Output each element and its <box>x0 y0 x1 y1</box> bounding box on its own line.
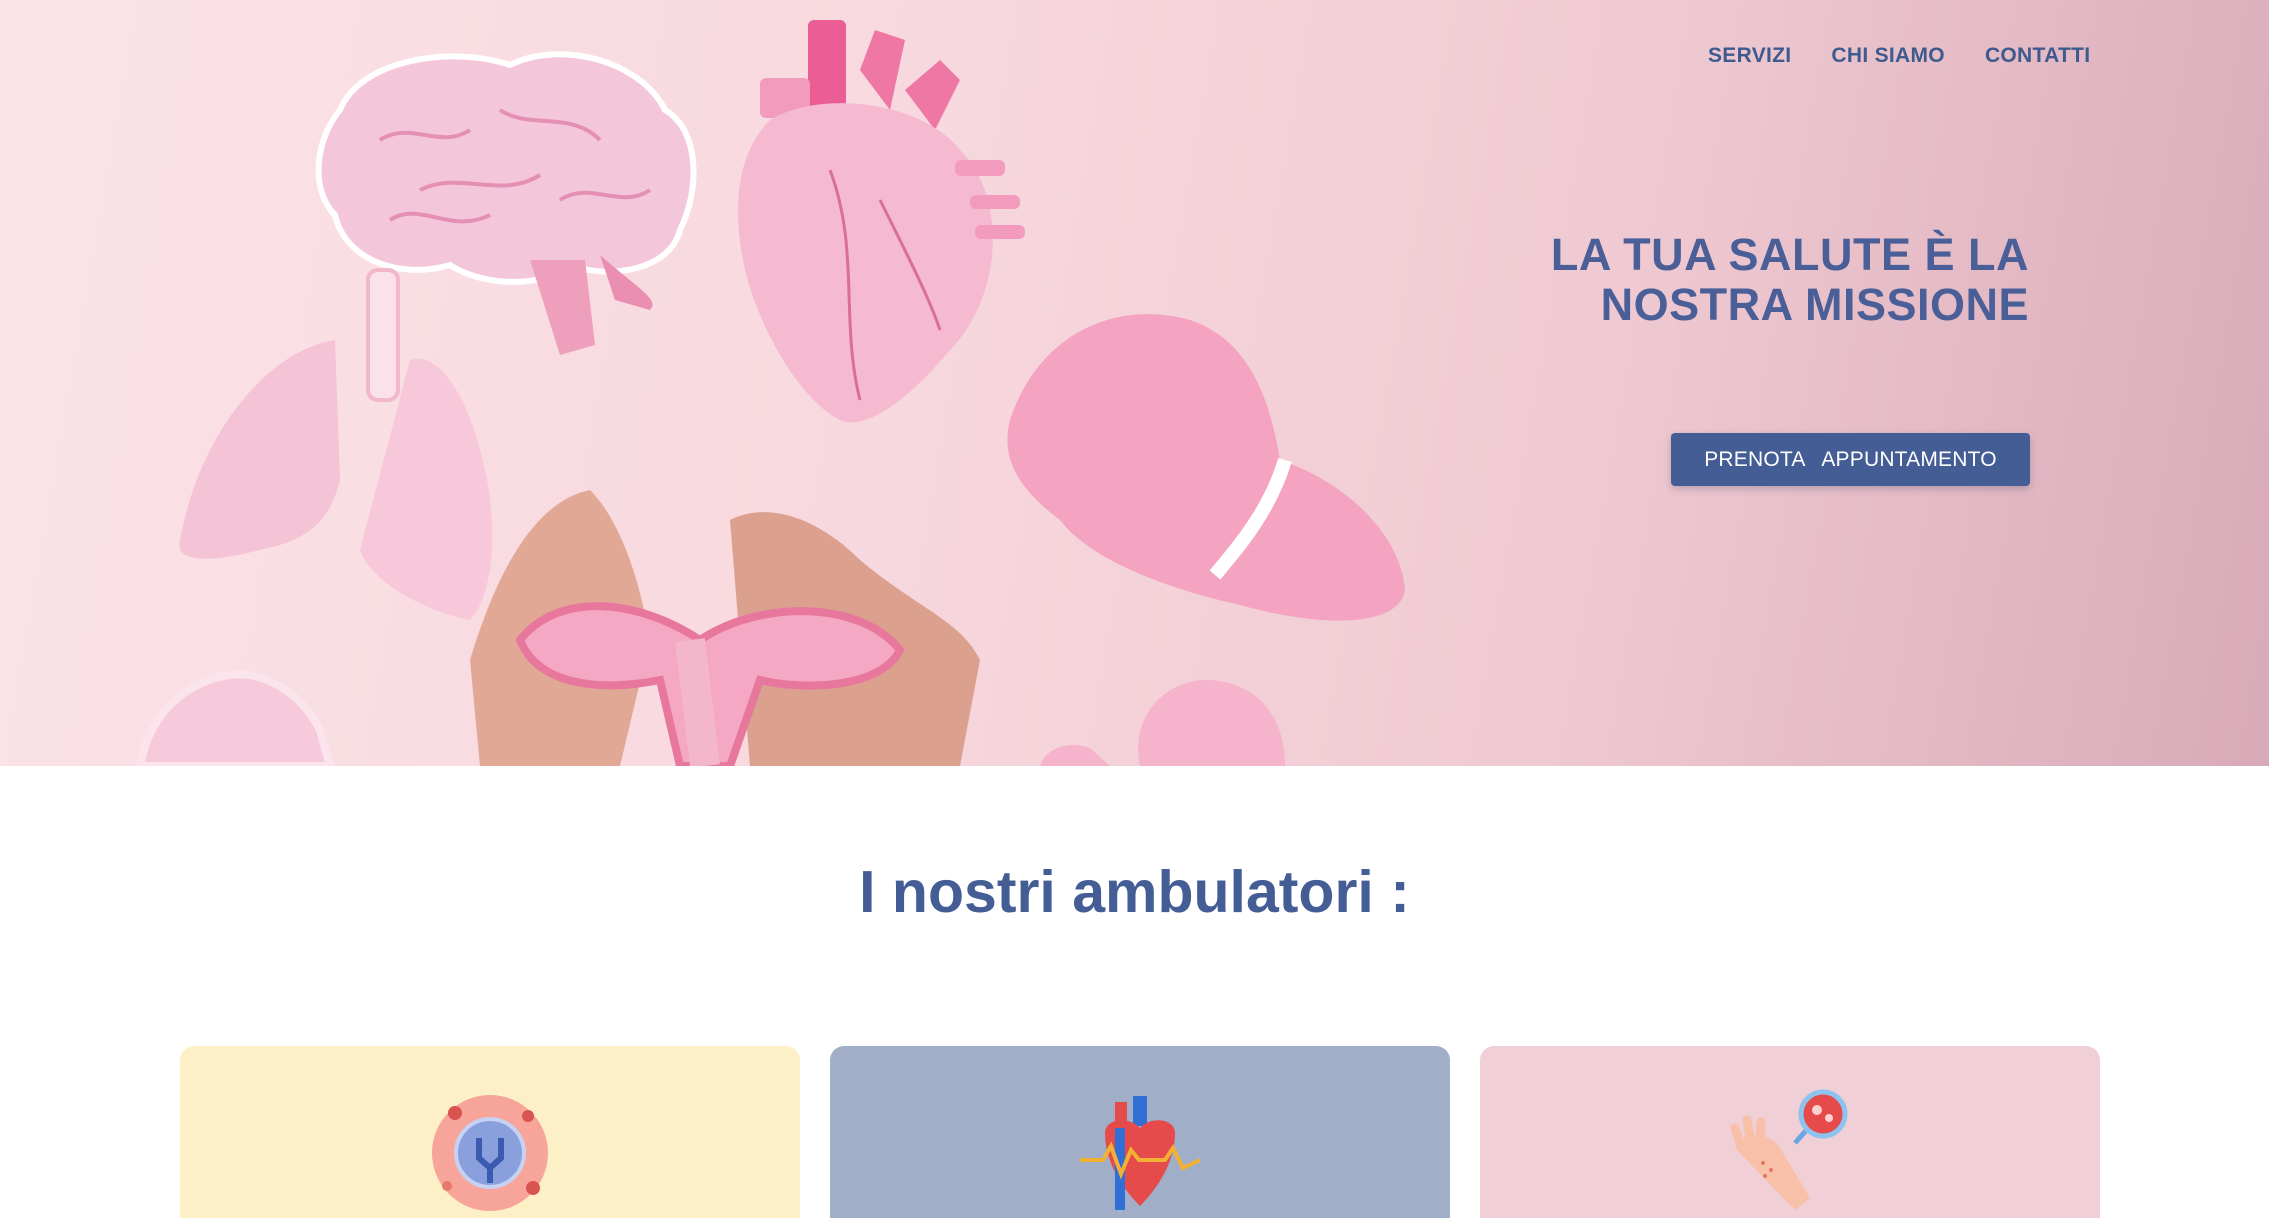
heart-cardiology-icon <box>1080 1096 1201 1210</box>
hands-icon <box>470 490 980 766</box>
clinic-card-cardiology[interactable] <box>830 1046 1450 1218</box>
book-appointment-button[interactable]: PRENOTA APPUNTAMENTO <box>1671 433 2030 486</box>
nav-link-contatti[interactable]: CONTATTI <box>1985 44 2090 68</box>
lungs-icon <box>179 268 493 620</box>
organs-illustration <box>135 20 1405 766</box>
immunology-cell-icon <box>432 1095 548 1211</box>
hero-headline: LA TUA SALUTE È LA NOSTRA MISSIONE <box>1550 229 2029 330</box>
nav-link-servizi[interactable]: SERVIZI <box>1708 44 1791 68</box>
hero-banner: SERVIZI CHI SIAMO CONTATTI LA TUA SALUTE… <box>0 0 2269 766</box>
intestine-icon <box>135 670 335 766</box>
liver-icon <box>1007 314 1405 621</box>
nav-link-chi-siamo[interactable]: CHI SIAMO <box>1831 44 1945 68</box>
heart-organ-icon <box>738 20 1025 423</box>
clinic-card-immunology[interactable] <box>180 1046 800 1218</box>
clinics-list <box>180 1046 2100 1218</box>
clinic-card-dermatology[interactable] <box>1480 1046 2100 1218</box>
skin-dermatology-icon <box>1730 1089 1848 1210</box>
kidney-icon <box>1040 679 1285 766</box>
section-title: I nostri ambulatori : <box>859 859 1410 925</box>
main-nav: SERVIZI CHI SIAMO CONTATTI <box>1708 44 2090 68</box>
